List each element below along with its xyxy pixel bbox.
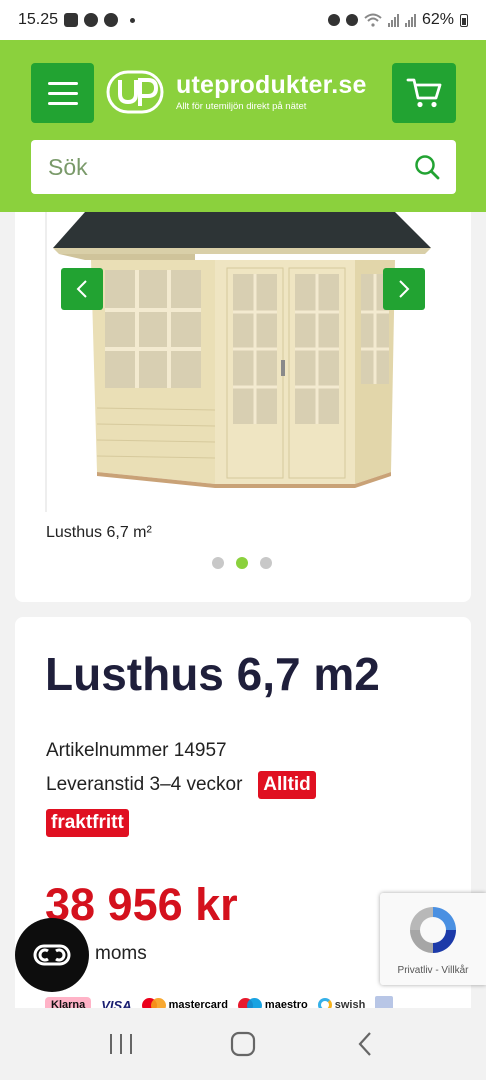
image-caption: Lusthus 6,7 m² (46, 524, 152, 541)
home-button[interactable] (213, 1019, 273, 1069)
gallery-pagination (212, 557, 272, 569)
battery-icon (460, 13, 468, 27)
alarm-icon (345, 14, 358, 26)
facebook-notification-icon (84, 13, 99, 27)
recaptcha-badge[interactable]: Privatliv - Villkår (380, 893, 486, 985)
recaptcha-label[interactable]: Privatliv - Villkår (380, 965, 486, 976)
wifi-icon (364, 13, 382, 27)
chevron-left-icon (76, 280, 87, 298)
brand-tagline: Allt för utemiljön direkt på nätet (176, 101, 307, 112)
brand-name: uteprodukter.se (176, 71, 367, 99)
search-icon[interactable] (414, 154, 440, 180)
battery-percent: 62% (421, 11, 454, 28)
hamburger-line (47, 101, 78, 105)
product-price: 38 956 kr (45, 879, 238, 930)
back-button[interactable] (335, 1019, 395, 1069)
product-image[interactable] (45, 212, 441, 512)
chevron-right-icon (399, 280, 410, 298)
site-header: uteprodukter.se Allt för utemiljön direk… (0, 40, 486, 212)
logo-mark-icon (106, 70, 164, 114)
facebook-notification-icon-2 (104, 13, 119, 27)
product-meta: Artikelnummer 14957 Leveranstid 3–4 veck… (46, 735, 446, 842)
signal-icon (387, 13, 399, 27)
delivery-time: Leveranstid 3–4 veckor (46, 774, 243, 795)
recaptcha-icon (410, 907, 456, 953)
vat-note: moms (95, 943, 147, 964)
site-logo[interactable]: uteprodukter.se Allt för utemiljön direk… (106, 70, 396, 120)
gallery-prev-button[interactable] (61, 268, 103, 310)
search-bar (31, 140, 456, 194)
signal-icon-2 (404, 13, 416, 27)
chat-button[interactable] (15, 918, 89, 992)
status-left: 15.25 (18, 11, 136, 29)
chat-icon (33, 944, 71, 966)
delivery-line: Leveranstid 3–4 veckor Alltid (46, 766, 446, 804)
cart-button[interactable] (392, 63, 456, 123)
cart-icon (406, 78, 442, 108)
gallery-dot[interactable] (212, 557, 224, 569)
gallery-dot-active[interactable] (236, 557, 248, 569)
gallery-next-button[interactable] (383, 268, 425, 310)
status-bar: 15.25 62% (0, 0, 486, 40)
menu-button[interactable] (31, 63, 94, 123)
back-icon (358, 1032, 371, 1056)
recent-apps-icon (110, 1034, 132, 1054)
screen: 15.25 62% uteprodukter.se Allt för utemi… (0, 0, 486, 1080)
vpn-icon (327, 14, 340, 26)
recent-apps-button[interactable] (91, 1019, 151, 1069)
free-shipping-badge-line2: fraktfritt (46, 809, 129, 837)
article-number: Artikelnummer 14957 (46, 740, 227, 761)
status-time: 15.25 (18, 11, 59, 28)
status-right: 62% (327, 11, 468, 29)
gallery-notification-icon (64, 13, 79, 27)
free-shipping-badge-line1: Alltid (258, 771, 316, 799)
hamburger-line (47, 91, 78, 95)
search-input[interactable] (48, 153, 414, 181)
more-notifications-icon (130, 17, 136, 23)
hamburger-line (47, 81, 78, 85)
home-icon (230, 1031, 256, 1057)
gallery-dot[interactable] (260, 557, 272, 569)
system-nav-bar (0, 1008, 486, 1080)
product-gallery-card: Lusthus 6,7 m² (15, 212, 471, 602)
badge-line-2: fraktfritt (46, 804, 446, 842)
product-title: Lusthus 6,7 m2 (45, 648, 380, 700)
